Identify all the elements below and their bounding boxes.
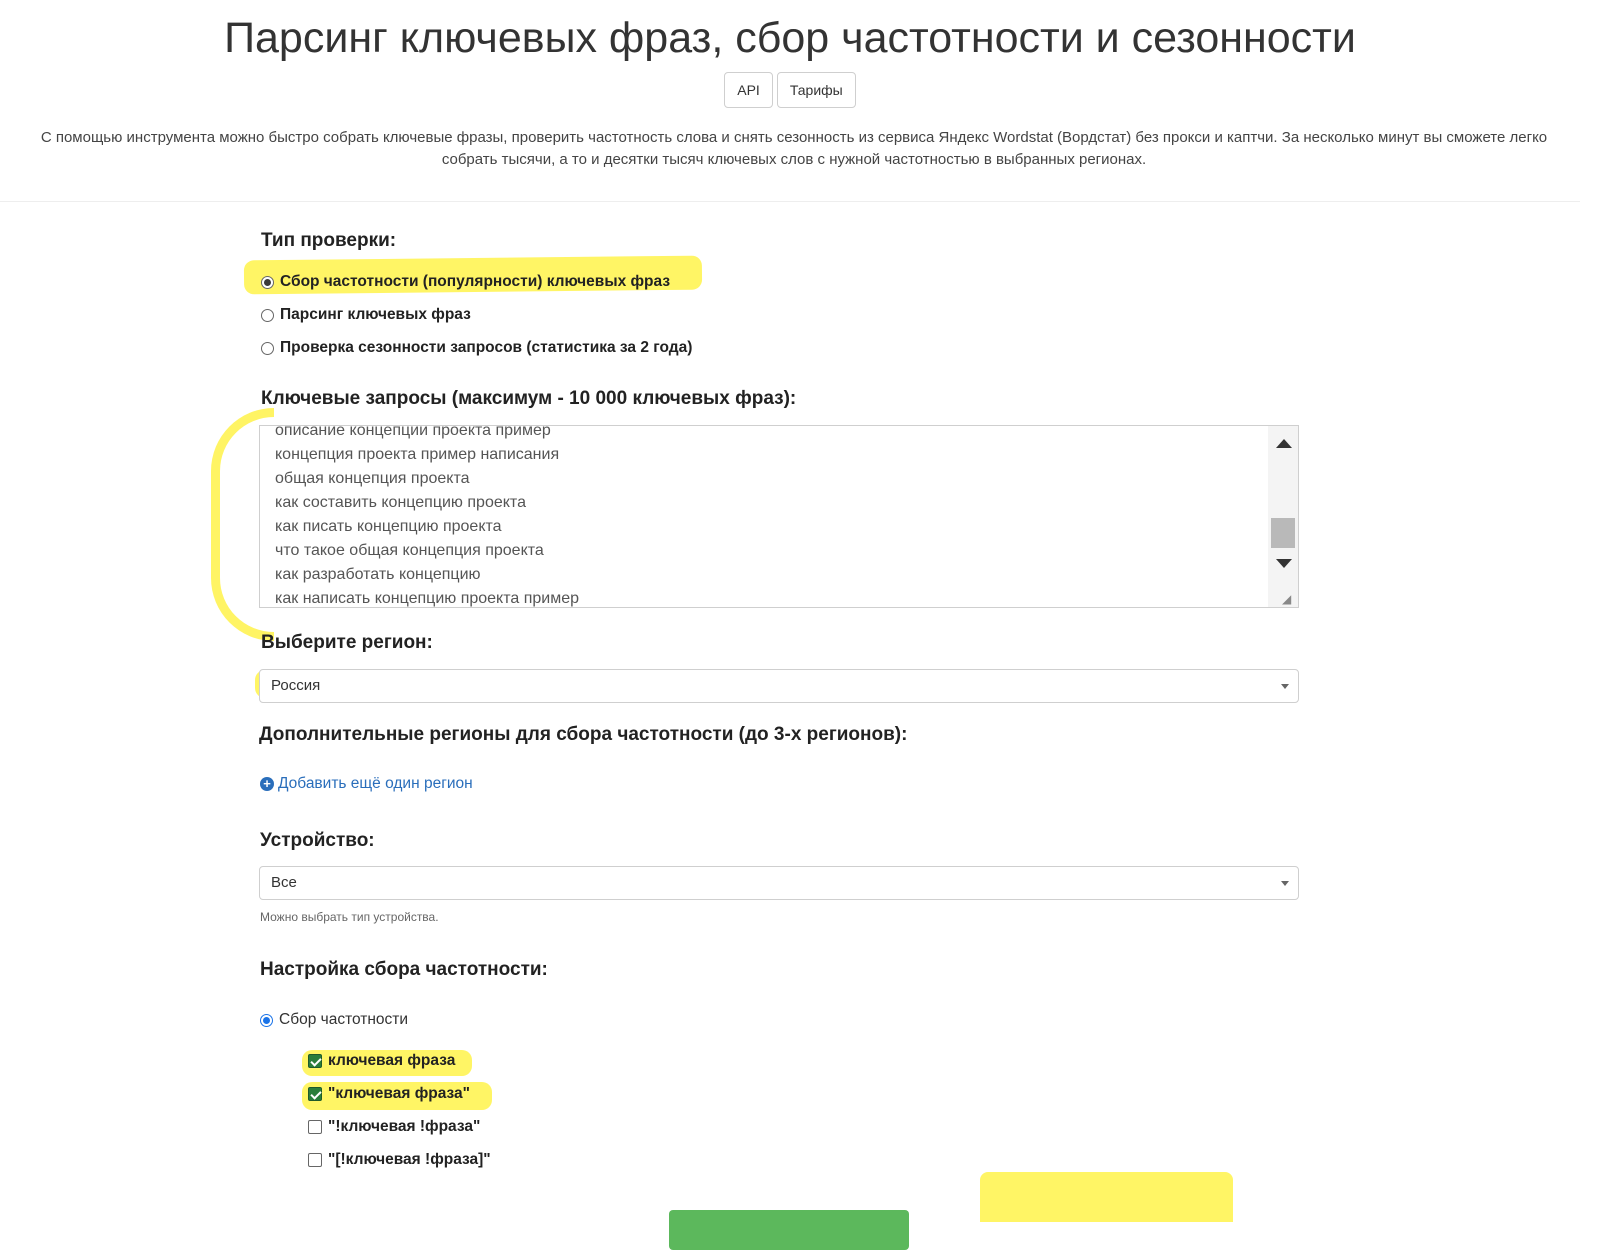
checkbox[interactable] [308, 1087, 322, 1101]
plus-circle-icon: + [260, 777, 274, 791]
extra-regions-label: Дополнительные регионы для сбора частотн… [259, 724, 908, 745]
checkbox-label: "!ключевая !фраза" [328, 1118, 481, 1135]
scroll-up-icon[interactable] [1276, 439, 1292, 448]
description-line-2: собрать тысячи, а то и десятки тысяч клю… [441, 151, 1147, 168]
radio-button[interactable] [261, 275, 274, 289]
submit-button[interactable] [669, 1210, 909, 1250]
device-select[interactable]: Все [259, 866, 1299, 900]
keywords-label: Ключевые запросы (максимум - 10 000 ключ… [261, 388, 797, 409]
region-select[interactable]: Россия [259, 669, 1299, 703]
textarea-line: описание концепции проекта пример [275, 425, 551, 439]
add-region-link[interactable]: + Добавить ещё один регион [260, 775, 473, 793]
textarea-line: как составить концепцию проекта [275, 494, 526, 511]
radio-button[interactable] [260, 1013, 273, 1027]
radio-seasonality[interactable]: Проверка сезонности запросов (статистика… [261, 339, 692, 357]
region-select-value: Россия [271, 677, 321, 694]
checkbox-label: "ключевая фраза" [328, 1085, 471, 1102]
checkbox-exact[interactable]: "!ключевая !фраза" [308, 1118, 480, 1136]
textarea-line: концепция проекта пример написания [275, 446, 560, 463]
radio-label: Сбор частотности (популярности) ключевых… [280, 273, 671, 290]
add-region-label: Добавить ещё один регион [278, 775, 473, 792]
chevron-down-icon [1281, 684, 1289, 689]
device-label: Устройство: [260, 830, 375, 851]
page-title: Парсинг ключевых фраз, сбор частотности … [224, 14, 1356, 62]
textarea-line: общая концепция проекта [275, 470, 470, 487]
page-description: С помощью инструмента можно быстро собра… [0, 127, 1594, 171]
textarea-line: как написать концепцию проекта пример [275, 590, 580, 607]
checkbox[interactable] [308, 1120, 322, 1134]
checkbox-label: "[!ключевая !фраза]" [328, 1151, 491, 1168]
highlight-mark [980, 1172, 1233, 1222]
radio-parsing[interactable]: Парсинг ключевых фраз [261, 306, 471, 324]
header-buttons: API Тарифы [0, 72, 1580, 108]
radio-button[interactable] [261, 308, 274, 322]
checkbox-phrase[interactable]: "ключевая фраза" [308, 1085, 470, 1103]
divider [0, 201, 1580, 202]
frequency-settings-label: Настройка сбора частотности: [260, 959, 548, 980]
region-label: Выберите регион: [261, 632, 433, 653]
scroll-thumb[interactable] [1271, 518, 1295, 548]
radio-button[interactable] [261, 341, 274, 355]
checkbox[interactable] [308, 1054, 322, 1068]
frequency-mode-radio[interactable]: Сбор частотности [260, 1011, 408, 1029]
tariffs-button[interactable]: Тарифы [776, 72, 856, 108]
checkbox-exact-order[interactable]: "[!ключевая !фраза]" [308, 1151, 491, 1169]
description-line-1: С помощью инструмента можно быстро собра… [40, 129, 1548, 146]
resize-handle-icon[interactable]: ◢ [1282, 593, 1296, 605]
radio-label: Парсинг ключевых фраз [280, 306, 471, 323]
textarea-line: как разработать концепцию [275, 566, 481, 583]
chevron-down-icon [1281, 881, 1289, 886]
frequency-mode-label: Сбор частотности [279, 1011, 409, 1028]
textarea-line: как писать концепцию проекта [275, 518, 502, 535]
radio-label: Проверка сезонности запросов (статистика… [280, 339, 693, 356]
scroll-down-icon[interactable] [1276, 559, 1292, 568]
api-button[interactable]: API [724, 72, 773, 108]
keywords-textarea[interactable]: описание концепции проекта пример концеп… [259, 425, 1299, 608]
textarea-line: что такое общая концепция проекта [275, 542, 544, 559]
radio-frequency[interactable]: Сбор частотности (популярности) ключевых… [261, 273, 670, 291]
checkbox[interactable] [308, 1153, 322, 1167]
textarea-scrollbar[interactable] [1268, 426, 1298, 607]
check-type-label: Тип проверки: [261, 230, 397, 251]
checkbox-broad[interactable]: ключевая фраза [308, 1052, 455, 1070]
checkbox-label: ключевая фраза [328, 1052, 456, 1069]
device-help-text: Можно выбрать тип устройства. [260, 910, 439, 924]
device-select-value: Все [271, 874, 297, 891]
